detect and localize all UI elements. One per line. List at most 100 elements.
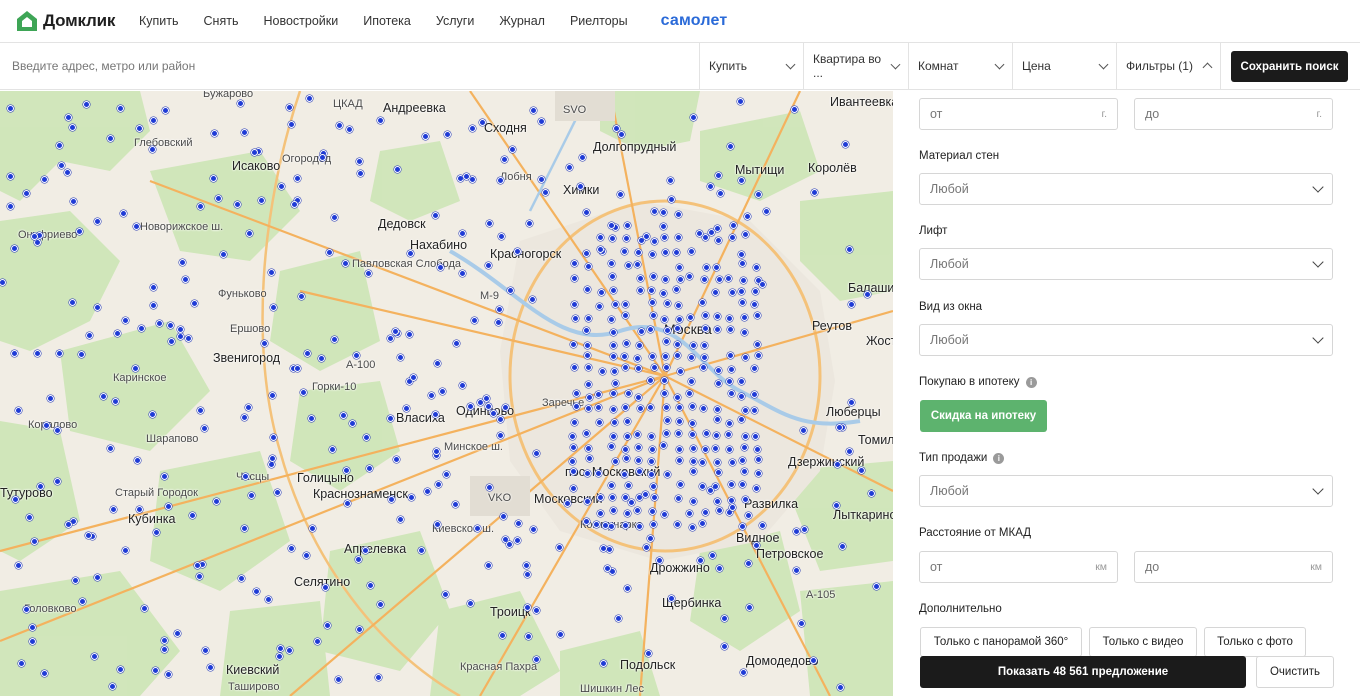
listing-marker[interactable] bbox=[634, 364, 642, 372]
listing-marker[interactable] bbox=[583, 351, 591, 359]
listing-marker[interactable] bbox=[858, 466, 866, 474]
listing-marker[interactable] bbox=[701, 508, 709, 516]
listing-marker[interactable] bbox=[738, 377, 746, 385]
listing-marker[interactable] bbox=[673, 325, 681, 333]
price-dropdown[interactable]: Цена bbox=[1013, 43, 1117, 89]
listing-marker[interactable] bbox=[720, 642, 728, 650]
walls-select[interactable]: Любой bbox=[919, 173, 1333, 205]
listing-marker[interactable] bbox=[409, 373, 417, 381]
lift-select[interactable]: Любой bbox=[919, 248, 1333, 280]
listing-marker[interactable] bbox=[727, 390, 735, 398]
listing-marker[interactable] bbox=[635, 522, 643, 530]
listing-marker[interactable] bbox=[741, 231, 749, 239]
listing-marker[interactable] bbox=[526, 219, 534, 227]
nav-mortgage[interactable]: Ипотека bbox=[363, 14, 411, 28]
listing-marker[interactable] bbox=[133, 456, 141, 464]
listing-marker[interactable] bbox=[524, 633, 532, 640]
listing-marker[interactable] bbox=[594, 390, 602, 398]
listing-marker[interactable] bbox=[307, 415, 315, 423]
listing-marker[interactable] bbox=[181, 275, 189, 283]
listing-marker[interactable] bbox=[30, 233, 38, 241]
listing-marker[interactable] bbox=[676, 445, 684, 453]
listing-marker[interactable] bbox=[161, 106, 169, 114]
listing-marker[interactable] bbox=[149, 283, 157, 291]
listing-marker[interactable] bbox=[661, 249, 669, 257]
listing-marker[interactable] bbox=[725, 314, 733, 322]
listing-marker[interactable] bbox=[160, 645, 168, 653]
samolet-brand-link[interactable]: самолет bbox=[661, 12, 728, 30]
listing-marker[interactable] bbox=[305, 95, 313, 103]
listing-marker[interactable] bbox=[293, 364, 301, 372]
listing-marker[interactable] bbox=[724, 274, 732, 282]
listing-marker[interactable] bbox=[584, 314, 592, 322]
listing-marker[interactable] bbox=[615, 614, 623, 622]
listing-marker[interactable] bbox=[53, 426, 61, 434]
listing-marker[interactable] bbox=[662, 363, 670, 371]
listing-marker[interactable] bbox=[648, 432, 656, 440]
listing-marker[interactable] bbox=[622, 340, 630, 348]
listing-marker[interactable] bbox=[294, 174, 302, 182]
nav-realtors[interactable]: Риелторы bbox=[570, 14, 628, 28]
listing-marker[interactable] bbox=[642, 543, 650, 551]
listing-marker[interactable] bbox=[842, 140, 850, 148]
listing-marker[interactable] bbox=[635, 467, 643, 475]
listing-marker[interactable] bbox=[330, 214, 338, 222]
listing-marker[interactable] bbox=[268, 391, 276, 399]
listing-marker[interactable] bbox=[738, 250, 745, 258]
deal-type-dropdown[interactable]: Купить bbox=[700, 43, 804, 89]
listing-marker[interactable] bbox=[673, 520, 681, 528]
listing-marker[interactable] bbox=[609, 389, 617, 397]
listing-marker[interactable] bbox=[317, 355, 325, 363]
listing-marker[interactable] bbox=[594, 469, 602, 477]
listing-marker[interactable] bbox=[740, 468, 748, 476]
listing-marker[interactable] bbox=[387, 496, 395, 504]
listing-marker[interactable] bbox=[647, 534, 655, 542]
listing-marker[interactable] bbox=[751, 433, 759, 441]
listing-marker[interactable] bbox=[754, 190, 762, 198]
listing-marker[interactable] bbox=[596, 493, 604, 501]
listing-marker[interactable] bbox=[6, 202, 14, 210]
listing-marker[interactable] bbox=[434, 480, 442, 488]
info-icon[interactable]: i bbox=[1025, 376, 1037, 388]
listing-marker[interactable] bbox=[55, 141, 63, 149]
listing-marker[interactable] bbox=[736, 98, 744, 106]
listing-marker[interactable] bbox=[302, 551, 310, 559]
listings-map[interactable]: Бужарово Глебовский Исаково Огородод Ону… bbox=[0, 91, 893, 696]
listing-marker[interactable] bbox=[276, 645, 284, 653]
listing-marker[interactable] bbox=[623, 432, 631, 440]
listing-marker[interactable] bbox=[609, 432, 617, 440]
listing-marker[interactable] bbox=[596, 234, 604, 242]
listing-marker[interactable] bbox=[14, 406, 22, 414]
listing-marker[interactable] bbox=[193, 561, 201, 569]
listing-marker[interactable] bbox=[513, 247, 521, 255]
listing-marker[interactable] bbox=[672, 286, 680, 294]
listing-marker[interactable] bbox=[688, 377, 696, 385]
listing-marker[interactable] bbox=[241, 413, 249, 421]
listing-marker[interactable] bbox=[605, 545, 613, 553]
listing-marker[interactable] bbox=[714, 367, 722, 375]
listing-marker[interactable] bbox=[609, 493, 617, 501]
listing-marker[interactable] bbox=[586, 454, 594, 462]
listing-marker[interactable] bbox=[664, 299, 672, 307]
listing-marker[interactable] bbox=[739, 480, 747, 488]
listing-marker[interactable] bbox=[343, 499, 351, 507]
listing-marker[interactable] bbox=[745, 603, 753, 611]
listing-marker[interactable] bbox=[790, 105, 798, 113]
listing-marker[interactable] bbox=[595, 302, 603, 310]
listing-marker[interactable] bbox=[432, 410, 440, 418]
listing-marker[interactable] bbox=[537, 117, 545, 125]
domclick-logo[interactable]: Домклик bbox=[16, 10, 128, 32]
listing-marker[interactable] bbox=[689, 419, 697, 427]
listing-marker[interactable] bbox=[663, 326, 671, 334]
listing-marker[interactable] bbox=[740, 329, 748, 337]
listing-marker[interactable] bbox=[233, 201, 241, 209]
listing-marker[interactable] bbox=[53, 478, 61, 485]
listing-marker[interactable] bbox=[741, 495, 749, 503]
listing-marker[interactable] bbox=[366, 581, 374, 589]
listing-marker[interactable] bbox=[530, 525, 538, 533]
listing-marker[interactable] bbox=[206, 664, 214, 672]
listing-marker[interactable] bbox=[155, 319, 163, 327]
listing-marker[interactable] bbox=[485, 402, 492, 410]
listing-marker[interactable] bbox=[648, 507, 656, 515]
listing-marker[interactable] bbox=[299, 389, 307, 397]
